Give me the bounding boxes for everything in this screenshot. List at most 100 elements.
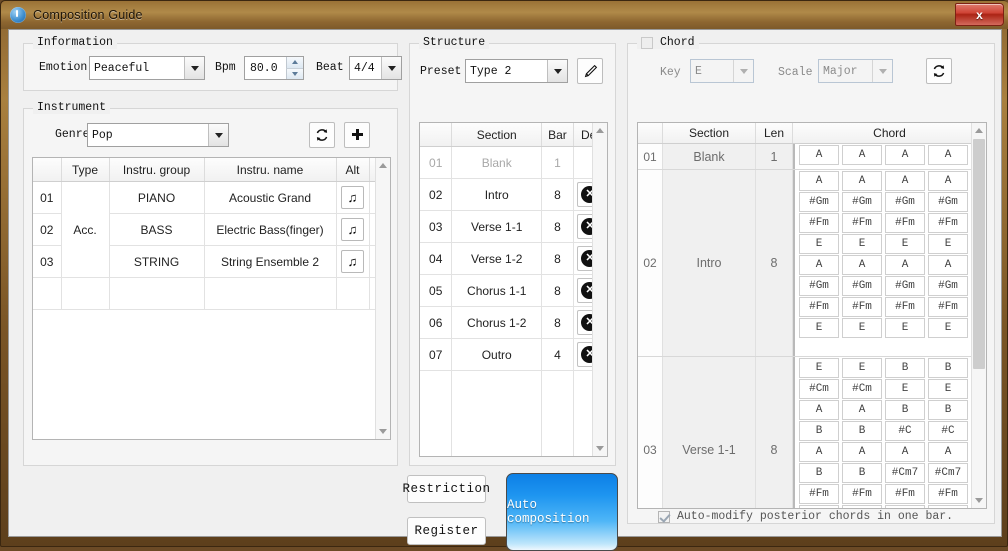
music-note-icon[interactable]: ♫ xyxy=(341,250,364,273)
chord-cell[interactable]: #Gm xyxy=(885,192,925,212)
chord-scroll-thumb[interactable] xyxy=(973,139,985,369)
structure-bar-cell[interactable]: 1 xyxy=(541,146,574,179)
instrument-table[interactable]: Type Instru. group Instru. name Alt Del … xyxy=(32,157,391,440)
structure-section-cell[interactable]: Outro xyxy=(451,338,542,371)
instrument-scrollbar[interactable] xyxy=(375,158,390,439)
chord-cell[interactable]: #C xyxy=(928,421,968,441)
table-row[interactable]: 01 Acc. PIANO Acoustic Grand ♫ xyxy=(33,181,390,278)
chord-cell[interactable]: E xyxy=(885,234,925,254)
structure-bar-cell[interactable]: 8 xyxy=(541,274,574,307)
scroll-up-icon[interactable] xyxy=(972,123,986,138)
genre-combo[interactable]: Pop xyxy=(87,123,229,147)
music-note-icon[interactable]: ♫ xyxy=(341,218,364,241)
chord-enable-checkbox[interactable] xyxy=(641,36,653,49)
scroll-down-icon[interactable] xyxy=(972,493,986,508)
scroll-up-icon[interactable] xyxy=(593,123,607,138)
instrument-group-cell[interactable]: PIANO xyxy=(109,181,205,214)
table-row[interactable]: 03 Verse 1-1 8 ✕ xyxy=(420,210,607,243)
chord-cell[interactable]: A xyxy=(799,255,839,275)
chord-table-row[interactable]: 02 Intro 8 A A A A #Gm #Gm #Gm #Gm #Fm #Fm #Fm #Fm E E E E… xyxy=(638,170,972,357)
chord-cell[interactable]: A xyxy=(799,442,839,462)
chord-cell[interactable]: A xyxy=(799,145,839,165)
chord-cell[interactable]: A xyxy=(842,442,882,462)
chord-cell[interactable]: #Fm xyxy=(799,297,839,317)
chord-refresh-button[interactable] xyxy=(926,58,952,84)
chord-cell[interactable]: B xyxy=(885,505,925,508)
chord-body[interactable]: 01 Blank 1 A A A A 02 Intro 8 A A A A #Gm #Gm #Gm #Gm #Fm #… xyxy=(638,144,972,508)
chord-cell[interactable]: E xyxy=(928,318,968,338)
chord-cell[interactable]: B xyxy=(885,400,925,420)
chord-cell[interactable]: A xyxy=(885,255,925,275)
chord-table-row[interactable]: 01 Blank 1 A A A A xyxy=(638,144,972,170)
chord-cell[interactable]: B xyxy=(799,463,839,483)
table-row[interactable]: 07 Outro 4 ✕ xyxy=(420,338,607,371)
chord-cell[interactable]: A xyxy=(885,442,925,462)
chord-cell[interactable]: #Fm xyxy=(928,297,968,317)
automodify-row[interactable]: Auto-modify posterior chords in one bar. xyxy=(658,510,953,523)
chord-cell[interactable]: B xyxy=(799,505,839,508)
chevron-down-icon[interactable] xyxy=(208,124,228,146)
chord-cell[interactable]: #Fm xyxy=(885,213,925,233)
chord-cell[interactable]: #Fm xyxy=(928,213,968,233)
chord-cell[interactable]: B xyxy=(842,421,882,441)
preset-combo[interactable]: Type 2 xyxy=(465,59,568,83)
chord-cell[interactable]: B xyxy=(885,358,925,378)
music-note-icon[interactable]: ♫ xyxy=(341,186,364,209)
chord-cell[interactable]: B xyxy=(842,505,882,508)
chord-cell[interactable]: B xyxy=(928,505,968,508)
chord-cell[interactable]: E xyxy=(842,358,882,378)
chevron-down-icon[interactable] xyxy=(381,57,401,79)
instrument-name-cell[interactable]: Acoustic Grand xyxy=(204,181,337,214)
chord-cell[interactable]: A xyxy=(799,171,839,191)
chord-cell[interactable]: B xyxy=(928,400,968,420)
table-row[interactable]: 02 Intro 8 ✕ xyxy=(420,178,607,211)
instrument-name-cell[interactable]: Electric Bass(finger) xyxy=(204,213,337,246)
structure-section-cell[interactable]: Chorus 1-2 xyxy=(451,306,542,339)
chord-cell[interactable]: #Gm xyxy=(799,192,839,212)
chord-scrollbar[interactable] xyxy=(971,123,986,508)
key-combo[interactable]: E xyxy=(690,59,754,83)
instrument-group-cell[interactable]: STRING xyxy=(109,245,205,278)
table-row[interactable]: 05 Chorus 1-1 8 ✕ xyxy=(420,274,607,307)
chord-cell[interactable]: E xyxy=(928,379,968,399)
chord-cell[interactable]: A xyxy=(842,255,882,275)
chord-cell[interactable]: #Fm xyxy=(842,484,882,504)
chord-cell[interactable]: #Gm xyxy=(842,192,882,212)
structure-bar-cell[interactable]: 8 xyxy=(541,306,574,339)
chord-cell[interactable]: E xyxy=(842,318,882,338)
chord-table[interactable]: Section Len Chord 01 Blank 1 A A A A 02 Intro 8 A A… xyxy=(637,122,987,509)
structure-section-cell[interactable]: Intro xyxy=(451,178,542,211)
chord-cell[interactable]: B xyxy=(799,421,839,441)
register-button[interactable]: Register xyxy=(407,517,486,545)
chord-cell[interactable]: A xyxy=(842,171,882,191)
structure-section-cell[interactable]: Blank xyxy=(451,146,542,179)
chord-cell[interactable]: A xyxy=(842,400,882,420)
close-button[interactable]: x xyxy=(955,3,1004,26)
chord-cell[interactable]: #Cm7 xyxy=(928,463,968,483)
chord-cell[interactable]: A xyxy=(885,145,925,165)
chord-cell[interactable]: E xyxy=(928,234,968,254)
chord-cell[interactable]: #Fm xyxy=(928,484,968,504)
chord-cell[interactable]: #Fm xyxy=(842,213,882,233)
chord-cell[interactable]: A xyxy=(842,145,882,165)
structure-scrollbar[interactable] xyxy=(592,123,607,456)
chord-cell[interactable]: #Gm xyxy=(799,276,839,296)
chord-section-cell[interactable]: Blank xyxy=(663,144,756,169)
chord-cell[interactable]: A xyxy=(928,255,968,275)
structure-table[interactable]: Section Bar Del 01 Blank 1 02 Intro 8 ✕ 03 Verse… xyxy=(419,122,608,457)
table-row[interactable]: 06 Chorus 1-2 8 ✕ xyxy=(420,306,607,339)
bpm-decrement-button[interactable] xyxy=(286,68,303,79)
bpm-value[interactable]: 80.0 xyxy=(245,57,286,79)
chord-cell[interactable]: E xyxy=(799,358,839,378)
restriction-button[interactable]: Restriction xyxy=(403,475,490,503)
chevron-down-icon[interactable] xyxy=(872,60,892,82)
chord-cell[interactable]: #Gm xyxy=(842,276,882,296)
chord-section-cell[interactable]: Intro xyxy=(663,170,756,356)
structure-bar-cell[interactable]: 8 xyxy=(541,210,574,243)
chord-cell[interactable]: #Cm xyxy=(799,379,839,399)
chord-cell[interactable]: #Cm xyxy=(842,379,882,399)
chord-cell[interactable]: E xyxy=(842,234,882,254)
chord-cell[interactable]: A xyxy=(928,171,968,191)
chord-cell[interactable]: B xyxy=(842,463,882,483)
automodify-checkbox[interactable] xyxy=(658,510,670,523)
